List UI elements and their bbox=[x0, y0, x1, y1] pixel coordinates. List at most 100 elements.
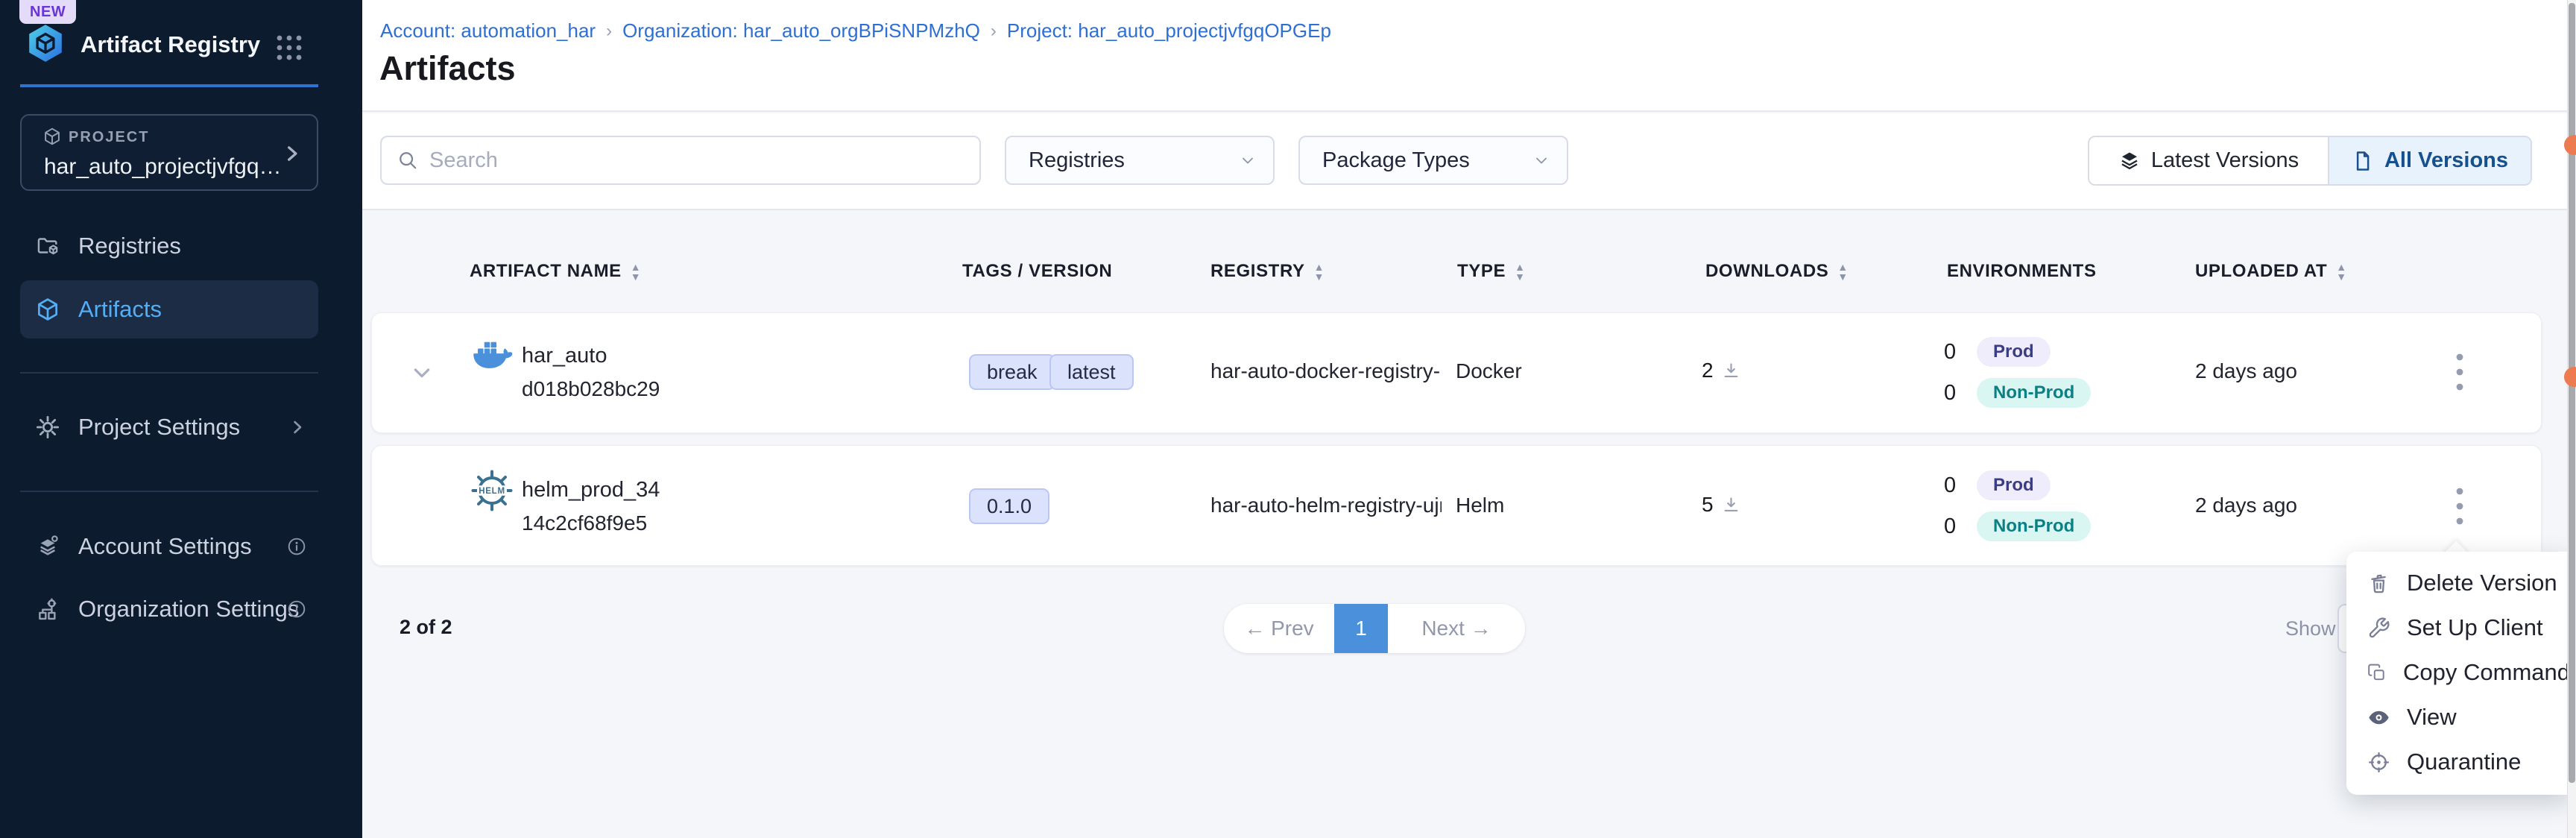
registries-icon bbox=[35, 233, 60, 259]
helm-icon: HELM bbox=[470, 468, 514, 513]
row-actions-context-menu: Delete Version Set Up Client Copy Comman… bbox=[2346, 552, 2570, 795]
sidebar-item-artifacts[interactable]: Artifacts bbox=[20, 280, 318, 338]
prod-count: 0 bbox=[1944, 340, 1956, 365]
all-versions-label: All Versions bbox=[2384, 148, 2508, 173]
sidebar-item-label: Account Settings bbox=[78, 533, 252, 560]
artifact-digest: d018b028bc29 bbox=[522, 377, 660, 401]
document-icon bbox=[2352, 150, 2374, 172]
artifact-name-link[interactable]: har_auto bbox=[522, 344, 607, 368]
gear-icon bbox=[35, 415, 60, 440]
sort-icon[interactable]: ▲▼ bbox=[1515, 262, 1525, 281]
artifact-registry-logo-icon bbox=[25, 22, 66, 64]
search-box bbox=[380, 136, 981, 185]
project-label: PROJECT bbox=[69, 129, 149, 146]
menu-item-quarantine[interactable]: Quarantine bbox=[2346, 740, 2570, 784]
prod-badge: Prod bbox=[1977, 337, 2051, 367]
row-expander-chevron-down-icon[interactable] bbox=[410, 361, 434, 385]
all-versions-button[interactable]: All Versions bbox=[2329, 137, 2531, 184]
download-icon bbox=[1721, 495, 1741, 515]
column-header-registry[interactable]: REGISTRY ▲▼ bbox=[1210, 261, 1325, 282]
wrench-icon bbox=[2367, 617, 2390, 640]
sidebar-item-project-settings[interactable]: Project Settings bbox=[20, 403, 318, 451]
notification-dot bbox=[2564, 367, 2576, 387]
column-header-uploaded-at[interactable]: UPLOADED AT ▲▼ bbox=[2195, 261, 2347, 282]
menu-item-copy-command[interactable]: Copy Command bbox=[2346, 650, 2570, 695]
account-settings-icon bbox=[35, 534, 60, 559]
registry-link[interactable]: har-auto-helm-registry-ujn… bbox=[1210, 494, 1442, 517]
info-icon bbox=[287, 599, 306, 619]
chevron-down-icon bbox=[1239, 151, 1257, 169]
artifacts-icon bbox=[35, 297, 60, 322]
breadcrumb-account[interactable]: Account: automation_har bbox=[380, 19, 596, 42]
sidebar-item-account-settings[interactable]: Account Settings bbox=[20, 523, 318, 570]
column-header-downloads[interactable]: DOWNLOADS ▲▼ bbox=[1705, 261, 1849, 282]
prod-count: 0 bbox=[1944, 473, 1956, 498]
docker-icon bbox=[473, 337, 513, 371]
downloads-count: 5 bbox=[1702, 493, 1714, 517]
svg-text:HELM: HELM bbox=[479, 487, 505, 496]
organization-settings-icon bbox=[35, 596, 60, 622]
sidebar-accent-rule bbox=[20, 84, 318, 87]
row-actions-kebab-icon[interactable] bbox=[2445, 348, 2475, 396]
chevron-right-icon bbox=[288, 418, 306, 436]
version-pill: 0.1.0 bbox=[969, 488, 1049, 524]
sort-icon[interactable]: ▲▼ bbox=[1837, 262, 1848, 281]
nonprod-count: 0 bbox=[1944, 514, 1956, 539]
column-header-artifact-name[interactable]: ARTIFACT NAME ▲▼ bbox=[470, 261, 641, 282]
project-name: har_auto_projectjvfgq… bbox=[44, 154, 290, 180]
column-header-environments: ENVIRONMENTS bbox=[1947, 261, 2097, 282]
sidebar-divider bbox=[20, 372, 318, 374]
artifact-name-link[interactable]: helm_prod_34 bbox=[522, 478, 660, 503]
project-selector[interactable]: PROJECT har_auto_projectjvfgq… bbox=[20, 114, 318, 191]
apps-grid-icon[interactable] bbox=[274, 33, 304, 63]
uploaded-at: 2 days ago bbox=[2195, 359, 2297, 383]
versions-toggle-group: Latest Versions All Versions bbox=[2088, 136, 2532, 186]
column-header-tags-version: TAGS / VERSION bbox=[962, 261, 1112, 282]
search-icon bbox=[397, 149, 419, 171]
next-page-button[interactable]: Next → bbox=[1388, 604, 1525, 653]
eye-icon bbox=[2367, 706, 2390, 729]
breadcrumb-project[interactable]: Project: har_auto_projectjvfgqOPGEp bbox=[1007, 19, 1331, 42]
nonprod-badge: Non-Prod bbox=[1977, 378, 2091, 408]
artifact-type: Docker bbox=[1456, 359, 1522, 383]
info-icon bbox=[287, 537, 306, 556]
downloads-count: 2 bbox=[1702, 359, 1714, 382]
registry-link[interactable]: har-auto-docker-registry-r… bbox=[1210, 359, 1442, 383]
column-header-type[interactable]: TYPE ▲▼ bbox=[1457, 261, 1526, 282]
artifact-type: Helm bbox=[1456, 494, 1504, 517]
crosshair-icon bbox=[2367, 751, 2390, 774]
breadcrumb-organization[interactable]: Organization: har_auto_orgBPiSNPMzhQ bbox=[622, 19, 980, 42]
page-1-button[interactable]: 1 bbox=[1334, 604, 1388, 653]
registries-filter-dropdown[interactable]: Registries bbox=[1005, 136, 1275, 185]
project-cube-icon bbox=[42, 127, 62, 146]
sidebar-item-label: Artifacts bbox=[78, 296, 162, 323]
search-input[interactable] bbox=[429, 148, 965, 173]
copy-icon bbox=[2367, 661, 2387, 684]
scrollbar-thumb[interactable] bbox=[2569, 3, 2575, 783]
row-actions-kebab-icon[interactable] bbox=[2445, 482, 2475, 530]
sidebar-item-organization-settings[interactable]: Organization Settings bbox=[20, 585, 318, 633]
new-badge: NEW bbox=[19, 0, 76, 24]
top-header bbox=[362, 0, 2576, 112]
latest-versions-button[interactable]: Latest Versions bbox=[2089, 137, 2329, 184]
downloads-cell: 2 bbox=[1702, 359, 1741, 382]
download-icon bbox=[1721, 361, 1741, 381]
sidebar: NEW Artifact Registry bbox=[0, 0, 362, 838]
sidebar-item-label: Organization Settings bbox=[78, 596, 299, 623]
sort-icon[interactable]: ▲▼ bbox=[631, 262, 641, 281]
package-types-filter-dropdown[interactable]: Package Types bbox=[1298, 136, 1568, 185]
sidebar-item-registries[interactable]: Registries bbox=[20, 222, 318, 270]
prev-page-button[interactable]: ← Prev bbox=[1224, 604, 1334, 653]
menu-item-delete-version[interactable]: Delete Version bbox=[2346, 561, 2570, 605]
menu-item-view[interactable]: View bbox=[2346, 695, 2570, 740]
nonprod-count: 0 bbox=[1944, 381, 1956, 406]
sort-icon[interactable]: ▲▼ bbox=[1314, 262, 1325, 281]
vertical-scrollbar[interactable] bbox=[2567, 0, 2576, 838]
sidebar-item-label: Registries bbox=[78, 233, 181, 259]
sort-icon[interactable]: ▲▼ bbox=[2336, 262, 2346, 281]
results-count: 2 of 2 bbox=[400, 616, 452, 639]
menu-item-set-up-client[interactable]: Set Up Client bbox=[2346, 605, 2570, 650]
artifact-registry-screen: NEW Artifact Registry bbox=[0, 0, 2576, 838]
pagination-control: ← Prev 1 Next → bbox=[1224, 604, 1525, 653]
downloads-cell: 5 bbox=[1702, 493, 1741, 517]
